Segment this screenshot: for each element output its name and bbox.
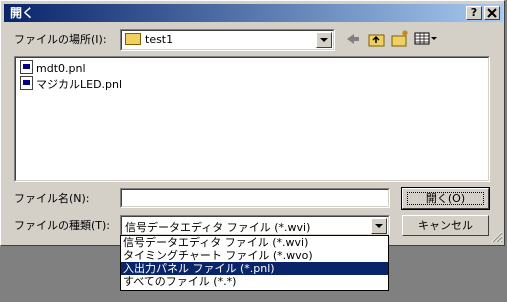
cancel-button[interactable]: キャンセル: [402, 215, 489, 236]
dialog-title: 開く: [10, 6, 35, 20]
title-bar[interactable]: 開く ?: [4, 4, 503, 22]
cancel-button-label: キャンセル: [418, 219, 473, 232]
filename-input[interactable]: [120, 188, 390, 208]
look-in-combobox[interactable]: test1: [120, 29, 335, 51]
open-button[interactable]: 開く(O): [401, 187, 490, 210]
filename-label: ファイル名(N):: [14, 192, 90, 205]
filetype-value: 信号データエディタ ファイル (*.wvi): [125, 221, 311, 234]
close-icon: [487, 8, 497, 18]
folder-icon: [125, 33, 141, 45]
file-name: マジカルLED.pnl: [36, 78, 123, 91]
filetype-dropdown-list[interactable]: 信号データエディタ ファイル (*.wvi) タイミングチャート ファイル (*…: [120, 235, 389, 291]
pnl-file-icon: [20, 60, 33, 74]
filetype-option[interactable]: 信号データエディタ ファイル (*.wvi): [121, 236, 388, 249]
chevron-down-icon: [320, 38, 328, 42]
open-file-dialog: 開く ? ファイルの場所(I): test1 mdt0.pnl マジカルLED.…: [0, 0, 505, 246]
filetype-option-selected[interactable]: 入出力パネル ファイル (*.pnl): [121, 262, 388, 275]
list-item[interactable]: mdt0.pnl: [20, 60, 122, 76]
filetype-combobox[interactable]: 信号データエディタ ファイル (*.wvi): [120, 215, 390, 236]
filetype-dropdown-button[interactable]: [371, 218, 387, 234]
view-menu-icon[interactable]: [414, 31, 438, 47]
up-folder-icon[interactable]: [367, 30, 387, 48]
back-arrow-icon[interactable]: [344, 31, 362, 47]
look-in-label: ファイルの場所(I):: [14, 33, 107, 46]
new-folder-icon[interactable]: [390, 29, 410, 48]
help-button[interactable]: ?: [466, 6, 482, 20]
filetype-option[interactable]: タイミングチャート ファイル (*.wvo): [121, 249, 388, 262]
file-list-items: mdt0.pnl マジカルLED.pnl: [20, 60, 122, 92]
file-list[interactable]: mdt0.pnl マジカルLED.pnl: [14, 56, 490, 182]
look-in-dropdown-button[interactable]: [316, 32, 332, 48]
pnl-file-icon: [20, 76, 33, 90]
filetype-label: ファイルの種類(T):: [14, 219, 111, 232]
resize-grip-icon[interactable]: [491, 231, 503, 243]
filetype-option[interactable]: すべてのファイル (*.*): [121, 275, 388, 288]
file-name: mdt0.pnl: [36, 62, 86, 75]
look-in-value-wrap: test1: [125, 33, 173, 47]
list-item[interactable]: マジカルLED.pnl: [20, 76, 122, 92]
look-in-value: test1: [145, 33, 174, 46]
close-button[interactable]: [484, 6, 500, 20]
chevron-down-icon: [375, 224, 383, 228]
